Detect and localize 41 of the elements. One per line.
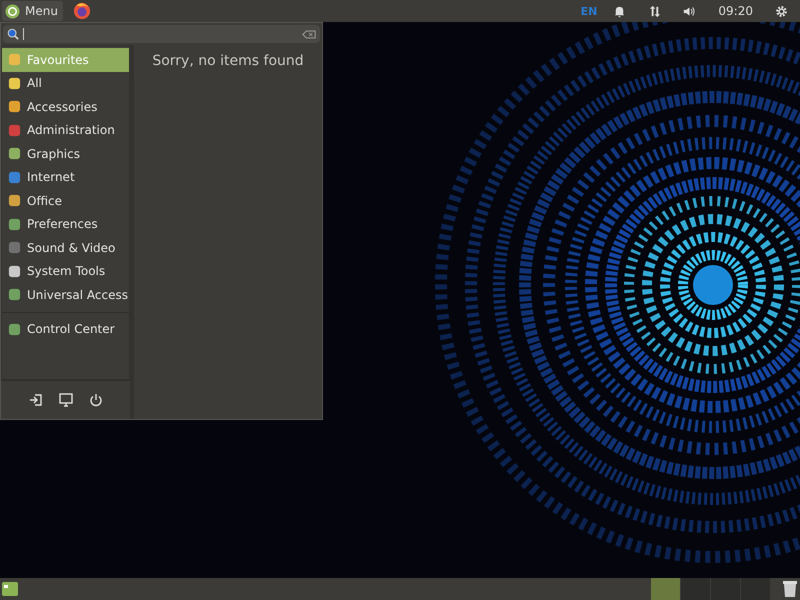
category-icon (8, 170, 21, 184)
search-field[interactable] (3, 25, 320, 43)
category-item[interactable]: Sound & Video (2, 236, 129, 260)
category-item[interactable]: Office (2, 189, 129, 212)
category-item[interactable]: Accessories (2, 95, 129, 118)
category-item[interactable]: Preferences (2, 212, 129, 236)
category-icon (8, 194, 21, 208)
workspace-button[interactable] (650, 578, 680, 600)
category-icon (8, 241, 21, 254)
category-item[interactable]: Control Center (2, 318, 129, 341)
volume-icon[interactable] (683, 4, 696, 18)
category-icon (8, 264, 21, 278)
search-icon (7, 28, 19, 40)
clock[interactable]: 09:20 (718, 4, 753, 18)
menu-button[interactable]: Menu (2, 1, 63, 21)
category-icon (8, 147, 21, 160)
trash-icon[interactable] (782, 580, 798, 598)
category-icon (8, 100, 21, 114)
network-icon[interactable] (648, 4, 662, 18)
category-item[interactable]: Universal Access (2, 283, 129, 306)
category-item[interactable]: Administration (2, 118, 129, 142)
logout-icon[interactable] (28, 393, 42, 407)
category-icon (8, 124, 21, 137)
clear-icon[interactable] (302, 30, 316, 38)
category-icon (8, 53, 21, 66)
category-icon (8, 288, 21, 302)
monitor-icon[interactable] (58, 393, 72, 407)
category-icon (8, 322, 21, 336)
bell-icon[interactable] (613, 4, 626, 18)
category-item[interactable]: System Tools (2, 260, 129, 283)
show-desktop-icon[interactable] (2, 582, 18, 596)
category-icon (8, 218, 21, 231)
settings-icon[interactable] (775, 4, 788, 18)
category-item[interactable]: All (2, 72, 129, 95)
power-icon[interactable] (88, 393, 102, 407)
logo-icon (5, 4, 20, 18)
category-item[interactable]: Graphics (2, 142, 129, 166)
browser-icon[interactable] (72, 2, 91, 20)
empty-message: Sorry, no items found (152, 53, 304, 71)
category-item[interactable]: Internet (2, 166, 129, 189)
category-icon (8, 76, 21, 90)
